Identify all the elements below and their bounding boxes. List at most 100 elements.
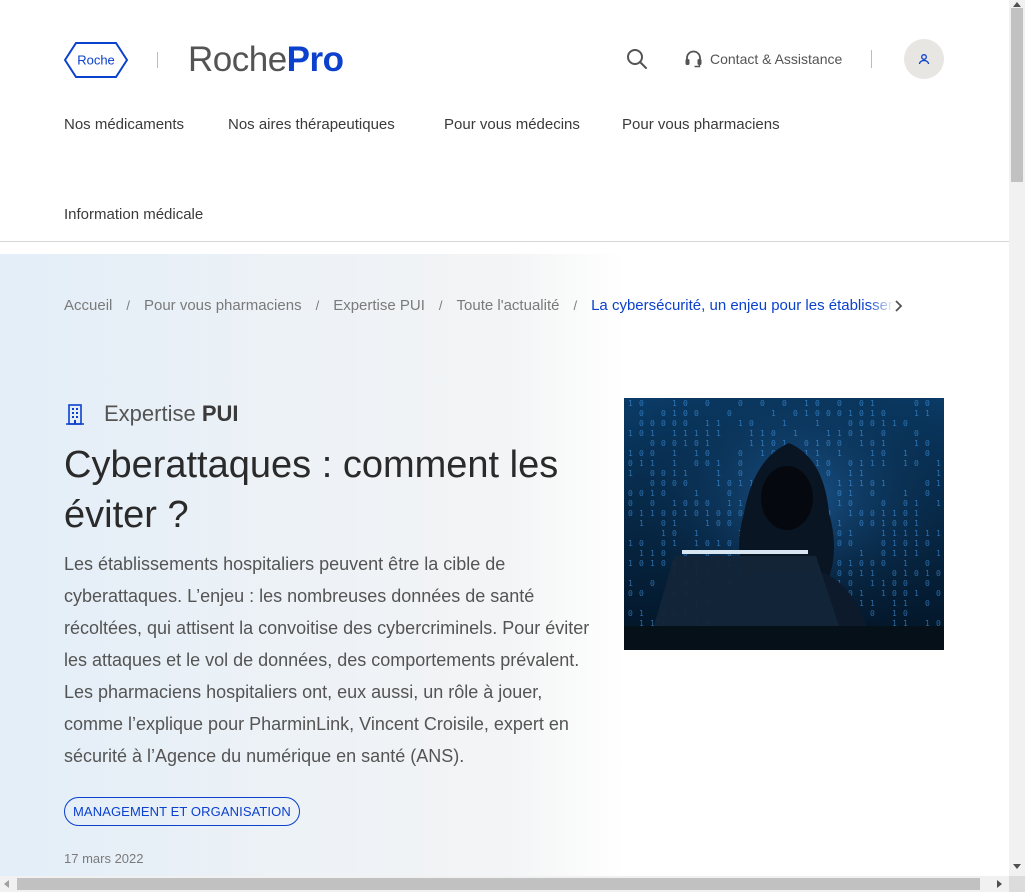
svg-text:1: 1 [936,469,941,478]
account-button[interactable] [904,39,944,79]
svg-text:0: 0 [650,439,655,448]
svg-text:1: 1 [639,549,644,558]
svg-text:0: 0 [848,569,853,578]
svg-text:1: 1 [683,509,688,518]
svg-text:0: 0 [870,559,875,568]
breadcrumb-current[interactable]: La cybersécurité, un enjeu pour les étab… [591,297,895,314]
svg-text:1: 1 [815,439,820,448]
svg-text:1: 1 [859,569,864,578]
svg-text:0: 0 [661,549,666,558]
svg-text:1: 1 [804,399,809,408]
svg-text:0: 0 [837,399,842,408]
svg-text:1: 1 [881,479,886,488]
svg-text:1: 1 [639,609,644,618]
svg-text:0: 0 [639,409,644,418]
svg-text:1: 1 [859,599,864,608]
svg-text:0: 0 [815,409,820,418]
svg-text:0: 0 [639,589,644,598]
scroll-up-arrow-icon[interactable] [1013,2,1021,7]
svg-text:1: 1 [914,519,919,528]
svg-text:1: 1 [738,499,743,508]
svg-text:0: 0 [848,459,853,468]
svg-text:0: 0 [925,449,930,458]
svg-text:1: 1 [716,429,721,438]
nav-item-medicaments[interactable]: Nos médicaments [64,116,184,133]
svg-text:1: 1 [903,529,908,538]
breadcrumb-item-expertise-pui[interactable]: Expertise PUI [333,297,425,314]
svg-text:1: 1 [650,509,655,518]
svg-text:0: 0 [826,459,831,468]
svg-text:0: 0 [705,449,710,458]
svg-text:1: 1 [672,519,677,528]
svg-text:0: 0 [727,519,732,528]
chevron-right-icon[interactable] [894,299,904,313]
svg-text:1: 1 [716,539,721,548]
article-hero: Accueil / Pour vous pharmaciens / Expert… [0,254,1009,876]
svg-text:1: 1 [837,519,842,528]
logo-divider [157,52,158,68]
svg-text:1: 1 [859,459,864,468]
nav-item-information-medicale[interactable]: Information médicale [64,206,203,223]
svg-text:1: 1 [881,459,886,468]
hospital-building-icon [66,404,84,425]
svg-text:1: 1 [870,459,875,468]
svg-text:1: 1 [672,449,677,458]
svg-text:0: 0 [903,579,908,588]
svg-text:1: 1 [848,479,853,488]
svg-text:0: 0 [870,479,875,488]
svg-text:1: 1 [716,479,721,488]
scroll-left-arrow-icon[interactable] [4,880,9,888]
svg-text:0: 0 [749,419,754,428]
svg-text:1: 1 [705,509,710,518]
horizontal-scrollbar-thumb[interactable] [17,878,980,890]
contact-label: Contact & Assistance [710,51,843,67]
svg-text:0: 0 [639,539,644,548]
svg-text:0: 0 [881,499,886,508]
svg-text:1: 1 [881,589,886,598]
nav-item-medecins[interactable]: Pour vous médecins [444,116,580,133]
svg-text:0: 0 [870,489,875,498]
category-label: Expertise PUI [104,401,239,427]
search-button[interactable] [624,45,650,73]
svg-text:1: 1 [727,499,732,508]
svg-text:0: 0 [870,519,875,528]
svg-text:1: 1 [903,599,908,608]
nav-item-pharmaciens[interactable]: Pour vous pharmaciens [622,116,780,133]
svg-text:0: 0 [848,419,853,428]
svg-text:Roche: Roche [77,53,115,68]
svg-text:0: 0 [705,459,710,468]
svg-text:1: 1 [903,489,908,498]
contact-assistance-link[interactable]: Contact & Assistance [684,47,842,71]
svg-text:0: 0 [661,439,666,448]
svg-text:0: 0 [881,539,886,548]
svg-text:1: 1 [881,439,886,448]
svg-text:0: 0 [848,499,853,508]
breadcrumb-separator: / [315,298,320,313]
svg-text:0: 0 [936,589,941,598]
roche-logo[interactable]: Roche [64,42,128,78]
scroll-right-arrow-icon[interactable] [997,880,1002,888]
svg-text:0: 0 [892,579,897,588]
breadcrumb-separator: / [126,298,130,313]
breadcrumb-item-pharmaciens[interactable]: Pour vous pharmaciens [144,297,302,314]
svg-text:0: 0 [925,439,930,448]
svg-text:1: 1 [903,559,908,568]
article-intro: Les établissements hospitaliers peuvent … [64,554,590,766]
svg-text:0: 0 [870,419,875,428]
nav-item-aires-therapeutiques[interactable]: Nos aires thérapeutiques [228,116,395,133]
svg-text:0: 0 [738,459,743,468]
rochepro-brand[interactable]: RochePro [188,37,344,83]
breadcrumb-item-accueil[interactable]: Accueil [64,297,112,314]
svg-text:0: 0 [826,409,831,418]
topic-tag[interactable]: MANAGEMENT ET ORGANISATION [64,797,300,826]
svg-text:0: 0 [925,559,930,568]
svg-text:1: 1 [859,469,864,478]
scroll-down-arrow-icon[interactable] [1013,864,1021,869]
svg-text:0: 0 [628,499,633,508]
svg-text:0: 0 [815,399,820,408]
vertical-scrollbar-thumb[interactable] [1011,8,1023,182]
svg-text:0: 0 [628,589,633,598]
breadcrumb: Accueil / Pour vous pharmaciens / Expert… [64,297,904,314]
svg-text:0: 0 [727,489,732,498]
breadcrumb-item-actualite[interactable]: Toute l'actualité [457,297,560,314]
